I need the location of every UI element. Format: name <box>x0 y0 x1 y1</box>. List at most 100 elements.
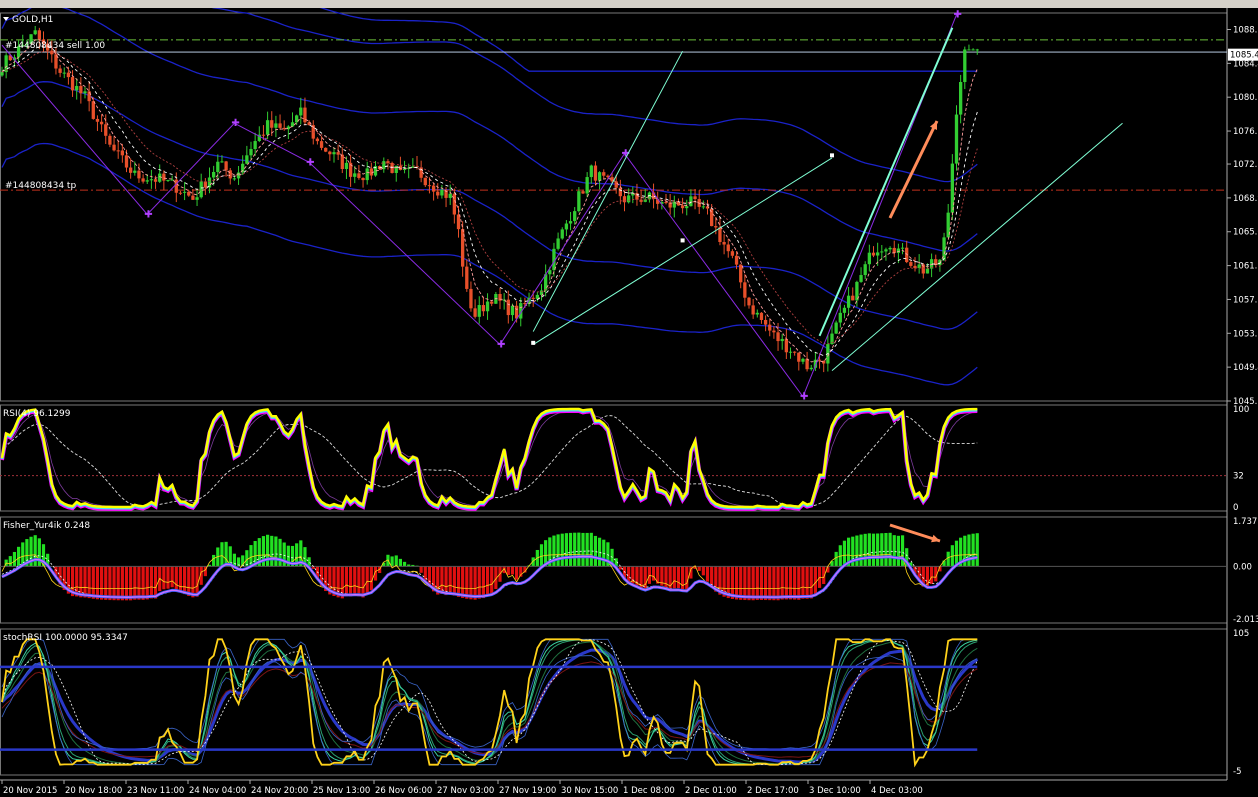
price-tick-label: 1076.6 <box>1233 127 1258 137</box>
fisher-bar <box>178 566 183 593</box>
candle-body <box>801 358 805 362</box>
candle-body <box>195 197 199 200</box>
candle-body <box>900 247 905 249</box>
candle-body <box>182 191 187 193</box>
fisher-bar <box>880 533 884 567</box>
price-tick-label: 1053.3 <box>1233 329 1258 339</box>
candle-body <box>66 72 71 78</box>
fisher-bar <box>871 533 876 567</box>
time-tick-label: 4 Dec 03:00 <box>871 786 923 796</box>
candle-body <box>805 358 809 370</box>
fisher-bar <box>813 566 817 595</box>
candle-body <box>145 180 149 182</box>
fisher-bar <box>942 560 946 567</box>
fractal-marker: ✚ <box>231 118 239 129</box>
candle-body <box>585 177 589 194</box>
candle-body <box>33 30 37 35</box>
candle-body <box>174 179 178 193</box>
fisher-bar <box>187 566 191 596</box>
fractal-marker: ✚ <box>306 157 314 168</box>
candle-body <box>440 189 444 196</box>
time-tick-label: 24 Nov 04:00 <box>189 786 246 796</box>
candle-body <box>91 101 95 119</box>
candle-body <box>253 141 257 149</box>
candle-body <box>261 134 266 136</box>
candle-body <box>747 297 751 306</box>
candle-body <box>768 324 772 331</box>
candle-body <box>220 161 224 163</box>
candle-body <box>357 173 361 178</box>
rsi-tick-label: 32 <box>1233 472 1244 482</box>
candle-body <box>299 107 303 116</box>
fisher-bar <box>739 566 743 600</box>
fisher-bar <box>602 539 606 567</box>
fisher-bar <box>506 566 510 575</box>
symbol-label: GOLD,H1 <box>12 15 53 25</box>
time-tick-label: 2 Dec 01:00 <box>685 786 737 796</box>
candle-body <box>315 138 320 142</box>
candle-body <box>763 319 768 325</box>
fisher-bar <box>759 566 764 600</box>
candle-body <box>560 229 564 239</box>
fisher-bar <box>278 538 282 567</box>
fisher-bar <box>232 553 236 567</box>
fisher-bar <box>946 551 950 567</box>
candle-body <box>133 170 137 173</box>
candle-body <box>166 179 170 181</box>
candle-body <box>162 173 166 181</box>
mt4-chart-window[interactable]: ✚✚✚✚✚✚✚ 1088.31084.41080.51076.61072.810… <box>0 8 1258 797</box>
fisher-bar <box>149 566 153 599</box>
fisher-bar <box>568 532 573 567</box>
fisher-bar <box>120 566 124 601</box>
fisher-bar <box>469 566 473 600</box>
price-tick-label: 1049.4 <box>1233 363 1258 373</box>
candle-body <box>755 312 759 315</box>
candle-body <box>149 179 154 181</box>
fisher-bar <box>834 551 838 567</box>
candle-body <box>963 49 967 83</box>
price-tick-label: 1065.0 <box>1233 228 1258 238</box>
fisher-bar <box>556 534 560 567</box>
candle-body <box>793 351 797 353</box>
fisher-bar <box>967 534 971 567</box>
fisher-bar <box>448 566 452 595</box>
candle-body <box>369 168 373 176</box>
fractal-marker: ✚ <box>954 10 962 21</box>
candle-body <box>573 211 577 222</box>
time-tick-label: 2 Dec 17:00 <box>747 786 799 796</box>
candle-body <box>436 191 440 196</box>
fisher-bar <box>452 566 456 596</box>
candle-body <box>116 150 120 152</box>
trendlines[interactable]: ✚✚✚✚✚✚✚ <box>1 10 1123 543</box>
candle-body <box>739 264 743 283</box>
fisher-bar <box>855 535 859 567</box>
candle-body <box>834 322 838 334</box>
candle-body <box>70 77 75 91</box>
fisher-bar <box>141 566 145 600</box>
candle-body <box>465 266 469 289</box>
candle-body <box>776 332 780 342</box>
fisher-bar <box>743 566 747 601</box>
candle-body <box>809 367 813 370</box>
fisher-bar <box>971 533 975 567</box>
candle-body <box>846 295 851 308</box>
candle-body <box>361 177 365 181</box>
price-tick-label: 1080.5 <box>1233 93 1258 103</box>
candle-body <box>743 282 747 298</box>
fisher-bar <box>701 566 705 576</box>
candle-body <box>602 172 606 176</box>
fisher-bar <box>79 566 83 598</box>
fisher-bar <box>344 566 349 597</box>
fisher-tick-label: 1.737 <box>1233 517 1257 527</box>
candle-body <box>925 268 930 274</box>
candle-body <box>324 147 328 152</box>
candle-body <box>510 305 515 316</box>
fisher-bar <box>776 566 780 601</box>
fisher-bar <box>166 566 170 589</box>
price-tick-label: 1057.2 <box>1233 295 1258 305</box>
fisher-bar <box>490 566 494 595</box>
time-tick-label: 27 Nov 19:00 <box>499 786 556 796</box>
moving-averages <box>1 39 978 363</box>
candle-body <box>141 178 145 182</box>
fisher-bar <box>153 566 158 599</box>
